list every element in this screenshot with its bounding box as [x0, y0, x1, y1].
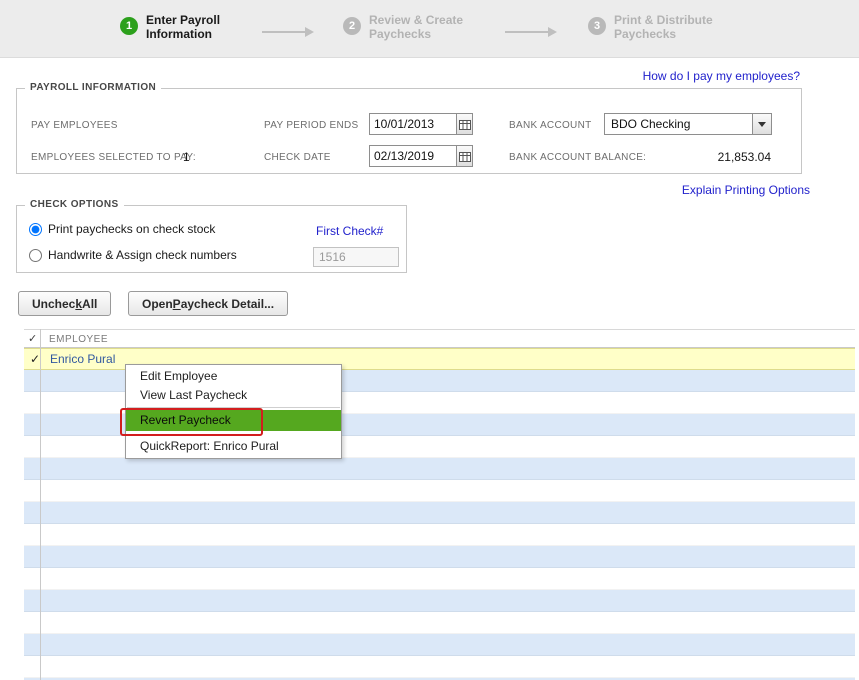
step-1-line1: Enter Payroll: [146, 13, 221, 27]
empty-grid-row[interactable]: [24, 612, 855, 634]
check-column-icon: ✓: [28, 333, 38, 345]
bank-account-dropdown[interactable]: BDO Checking: [604, 113, 772, 135]
step-2-line1: Review & Create: [369, 13, 464, 27]
check-options-section: CHECK OPTIONS Print paychecks on check s…: [16, 199, 407, 273]
calendar-icon: [458, 119, 471, 130]
calendar-button[interactable]: [456, 114, 472, 134]
employee-grid-header: ✓ EMPLOYEE: [24, 329, 855, 348]
empty-grid-row[interactable]: [24, 502, 855, 524]
open-detail-mnemonic: P: [172, 296, 181, 311]
handwrite-option[interactable]: Handwrite & Assign check numbers: [29, 248, 237, 262]
empty-grid-row[interactable]: [24, 568, 855, 590]
grid-column-divider: [40, 329, 41, 680]
uncheck-all-mnemonic: k: [75, 296, 83, 311]
arrow-icon: [262, 27, 314, 37]
print-paychecks-option[interactable]: Print paychecks on check stock: [29, 222, 215, 236]
step-2-label: Review & Create Paychecks: [369, 13, 463, 41]
pay-period-ends-input[interactable]: [370, 114, 456, 134]
step-2-badge: 2: [343, 17, 361, 35]
bank-account-balance-value: 21,853.04: [717, 150, 771, 164]
employees-selected-label: EMPLOYEES SELECTED TO PAY:: [31, 152, 196, 163]
open-detail-pre: Open: [142, 296, 173, 311]
employee-column-header: EMPLOYEE: [49, 334, 109, 345]
employees-selected-value: 1: [183, 150, 190, 164]
pay-period-ends-field: [369, 113, 473, 135]
open-detail-post: aycheck Detail...: [180, 296, 275, 311]
check-date-label: CHECK DATE: [264, 152, 331, 163]
explain-printing-options-link[interactable]: Explain Printing Options: [682, 183, 810, 197]
payroll-information-legend: PAYROLL INFORMATION: [25, 82, 162, 93]
how-do-i-pay-link[interactable]: How do I pay my employees?: [643, 69, 800, 83]
menu-item-view-last-paycheck[interactable]: View Last Paycheck: [126, 386, 341, 405]
arrow-icon: [505, 27, 557, 37]
empty-grid-row[interactable]: [24, 656, 855, 678]
empty-grid-row[interactable]: [24, 458, 855, 480]
check-date-input[interactable]: [370, 146, 456, 166]
open-paycheck-detail-button[interactable]: Open Paycheck Detail...: [128, 291, 289, 316]
step-1-line2: Information: [146, 27, 212, 41]
menu-item-edit-employee[interactable]: Edit Employee: [126, 367, 341, 386]
annotation-highlight: [120, 408, 263, 436]
handwrite-radio[interactable]: [29, 248, 42, 262]
menu-item-quickreport[interactable]: QuickReport: Enrico Pural: [126, 437, 341, 456]
uncheck-all-post: All: [82, 296, 98, 311]
wizard-stepper: 1 Enter Payroll Information 2 Review & C…: [0, 0, 859, 58]
check-date-field: [369, 145, 473, 167]
first-check-input[interactable]: [313, 247, 399, 267]
bank-account-value: BDO Checking: [611, 117, 691, 131]
bank-account-label: BANK ACCOUNT: [509, 120, 592, 131]
check-options-legend: CHECK OPTIONS: [25, 199, 124, 210]
calendar-icon: [458, 151, 471, 162]
row-check-icon[interactable]: ✓: [30, 352, 40, 366]
bank-balance-label: BANK ACCOUNT BALANCE:: [509, 152, 647, 163]
step-3-line1: Print & Distribute: [614, 13, 713, 27]
empty-grid-row[interactable]: [24, 524, 855, 546]
payroll-information-section: PAYROLL INFORMATION PAY EMPLOYEES EMPLOY…: [16, 82, 802, 174]
step-1-label: Enter Payroll Information: [146, 13, 220, 41]
first-check-label: First Check#: [316, 224, 384, 238]
step-1-badge: 1: [120, 17, 138, 35]
empty-grid-row[interactable]: [24, 590, 855, 612]
pay-period-ends-label: PAY PERIOD ENDS: [264, 120, 359, 131]
pay-employees-label: PAY EMPLOYEES: [31, 120, 118, 131]
print-paychecks-label[interactable]: Print paychecks on check stock: [48, 222, 215, 236]
pay-employees-window: 1 Enter Payroll Information 2 Review & C…: [0, 0, 859, 680]
step-3-line2: Paychecks: [614, 27, 677, 41]
empty-grid-row[interactable]: [24, 480, 855, 502]
empty-grid-row[interactable]: [24, 634, 855, 656]
step-3-badge: 3: [588, 17, 606, 35]
calendar-button[interactable]: [456, 146, 472, 166]
uncheck-all-pre: Unchec: [32, 296, 76, 311]
uncheck-all-button[interactable]: Unchec k All: [18, 291, 112, 316]
employee-name[interactable]: Enrico Pural: [50, 352, 115, 366]
chevron-down-icon[interactable]: [752, 114, 771, 134]
handwrite-label[interactable]: Handwrite & Assign check numbers: [48, 248, 237, 262]
step-2-line2: Paychecks: [369, 27, 432, 41]
step-3-label: Print & Distribute Paychecks: [614, 13, 713, 41]
print-paychecks-radio[interactable]: [29, 222, 42, 236]
empty-grid-row[interactable]: [24, 546, 855, 568]
